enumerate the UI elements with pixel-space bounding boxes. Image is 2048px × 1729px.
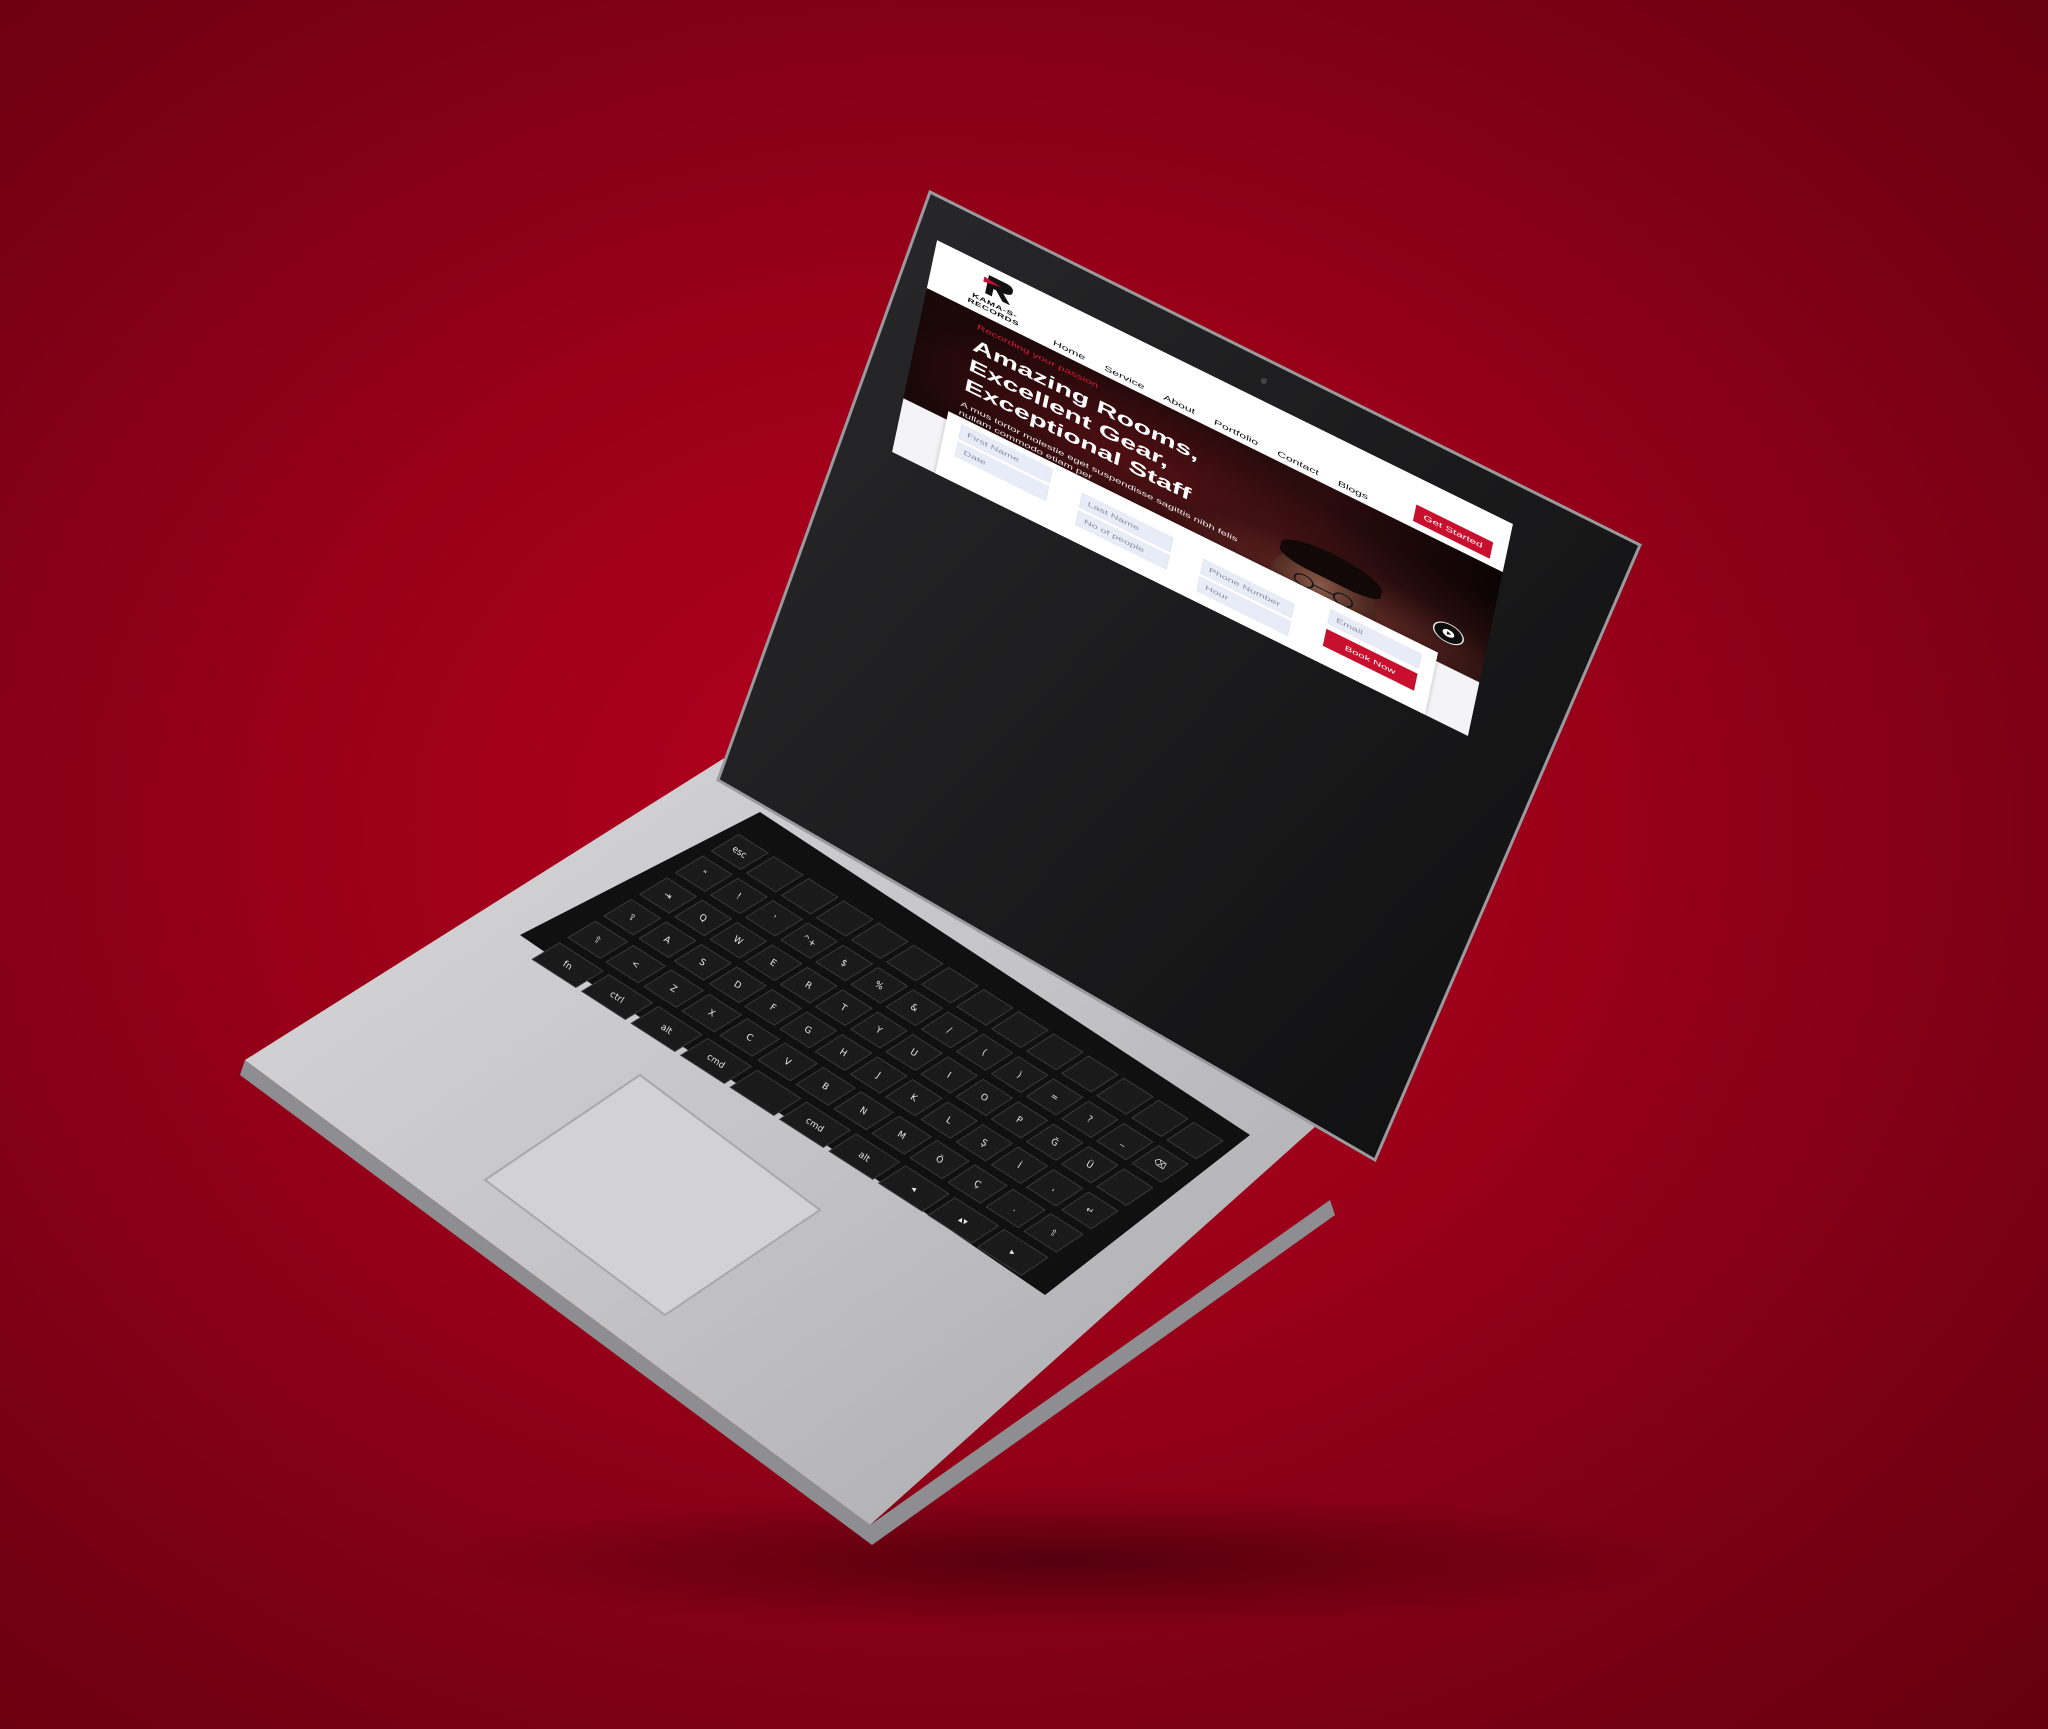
play-icon <box>1442 628 1455 638</box>
keyboard-key[interactable] <box>815 900 874 937</box>
keyboard-key[interactable] <box>745 856 804 893</box>
play-video-button[interactable] <box>1431 616 1466 650</box>
keyboard-key[interactable] <box>1096 1168 1154 1206</box>
keyboard-key[interactable] <box>1131 1099 1189 1138</box>
keyboard-key[interactable] <box>885 944 944 982</box>
keyboard-key[interactable] <box>780 878 839 915</box>
keyboard-key[interactable] <box>920 966 979 1004</box>
keyboard-key[interactable] <box>1025 1033 1084 1071</box>
keyboard-key[interactable] <box>850 922 909 960</box>
keyboard-key[interactable] <box>955 988 1014 1026</box>
keyboard-key[interactable] <box>1096 1077 1154 1115</box>
keyboard: esc"!'^+$%&/()=?_⌫⇥QWERTYUIOPĞÜ⇪ASDFGHJK… <box>531 833 1224 1276</box>
keyboard-key[interactable] <box>1166 1121 1224 1160</box>
keyboard-key[interactable] <box>1061 1055 1119 1093</box>
mockup-stage: esc "! ' ^+ $% & /() =? _ ⌫ ⇥ Q W E R T Y U I O P Ğ Ü ⇪ A S D F G H J K… <box>0 0 2048 1729</box>
keyboard-key[interactable] <box>990 1011 1049 1049</box>
